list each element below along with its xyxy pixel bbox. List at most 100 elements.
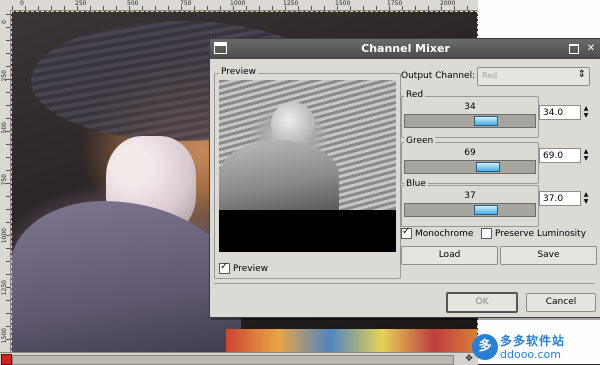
ruler-tick bbox=[389, 6, 390, 10]
ruler-tick bbox=[6, 248, 10, 249]
ok-button[interactable]: OK bbox=[446, 292, 518, 313]
watermark-title: 多多软件站 bbox=[500, 334, 566, 348]
ruler-tick bbox=[6, 326, 10, 327]
green-slider[interactable] bbox=[404, 160, 536, 174]
red-channel-value: 34 bbox=[464, 102, 476, 112]
ruler-tick bbox=[6, 235, 10, 236]
preview-blanket bbox=[219, 140, 339, 210]
maximize-icon[interactable] bbox=[567, 42, 581, 55]
monochrome-label: Monochrome bbox=[415, 228, 474, 239]
red-spinbutton[interactable]: 34.0 bbox=[539, 105, 581, 120]
ruler-tick bbox=[402, 6, 403, 10]
green-channel-value: 69 bbox=[464, 148, 476, 158]
ruler-tick bbox=[142, 6, 143, 10]
ruler-tick bbox=[116, 6, 117, 10]
ruler-tick bbox=[6, 287, 10, 288]
close-icon[interactable]: ✕ bbox=[584, 42, 598, 55]
ruler-tick bbox=[350, 6, 351, 10]
status-bar: ✥ bbox=[0, 352, 478, 365]
ruler-tick bbox=[6, 183, 10, 184]
ruler-tick bbox=[168, 6, 169, 10]
output-channel-select[interactable]: Red ⇕ bbox=[477, 67, 590, 86]
ruler-tick bbox=[6, 313, 10, 314]
ruler-tick bbox=[6, 144, 10, 145]
ruler-tick bbox=[129, 6, 130, 10]
spin-arrows-icon[interactable]: ▲ ▼ bbox=[582, 148, 590, 163]
ruler-tick bbox=[6, 196, 10, 197]
ruler-tick bbox=[376, 6, 377, 10]
preview-empty-area bbox=[219, 210, 396, 252]
green-spinbutton[interactable]: 69.0 bbox=[539, 148, 581, 163]
monochrome-toggle[interactable]: Monochrome bbox=[401, 226, 474, 239]
ruler-tick bbox=[90, 6, 91, 10]
ruler-tick-label: 1500 bbox=[1, 328, 8, 344]
ruler-tick bbox=[246, 6, 247, 10]
dialog-titlebar[interactable]: Channel Mixer ✕ bbox=[210, 39, 600, 59]
ruler-tick bbox=[454, 6, 455, 10]
spin-arrows-icon[interactable]: ▲ ▼ bbox=[582, 191, 590, 206]
ruler-tick bbox=[415, 6, 416, 10]
ruler-tick bbox=[441, 6, 442, 10]
ruler-tick bbox=[285, 6, 286, 10]
ruler-tick bbox=[12, 6, 13, 10]
ruler-tick bbox=[6, 339, 10, 340]
status-icon[interactable] bbox=[1, 354, 12, 365]
red-slider[interactable] bbox=[404, 114, 536, 128]
monochrome-checkbox[interactable] bbox=[401, 226, 412, 239]
blue-channel-frame: Blue 37 bbox=[401, 179, 539, 227]
ruler-tick bbox=[6, 105, 10, 106]
preserve-luminosity-checkbox[interactable] bbox=[481, 228, 492, 239]
blue-spinbutton[interactable]: 37.0 bbox=[539, 191, 581, 206]
dropdown-arrow-icon: ⇕ bbox=[577, 69, 586, 80]
ruler-tick bbox=[6, 14, 10, 15]
preview-frame: Preview Preview bbox=[214, 67, 401, 279]
ruler-tick bbox=[25, 6, 26, 10]
blue-slider-thumb[interactable] bbox=[473, 205, 498, 215]
load-button[interactable]: Load bbox=[401, 246, 498, 265]
ruler-tick bbox=[6, 300, 10, 301]
ruler-tick bbox=[6, 79, 10, 80]
preview-frame-label: Preview bbox=[219, 67, 259, 77]
ruler-tick bbox=[51, 6, 52, 10]
ruler-tick bbox=[207, 6, 208, 10]
ruler-tick bbox=[38, 6, 39, 10]
ruler-tick bbox=[6, 118, 10, 119]
ruler-tick bbox=[103, 6, 104, 10]
preview-checkbox[interactable] bbox=[219, 261, 230, 274]
ruler-tick bbox=[6, 261, 10, 262]
horizontal-ruler[interactable]: 0 250 500 750 1000 1250 1500 1750 2000 bbox=[0, 0, 478, 11]
spin-arrows-icon[interactable]: ▲ ▼ bbox=[582, 105, 590, 120]
ruler-tick bbox=[337, 6, 338, 10]
green-channel-label: Green bbox=[404, 136, 436, 146]
output-channel-label: Output Channel: bbox=[401, 71, 476, 81]
save-button[interactable]: Save bbox=[500, 246, 597, 265]
ruler-tick bbox=[467, 6, 468, 10]
ruler-tick bbox=[6, 27, 10, 28]
ruler-tick bbox=[6, 222, 10, 223]
ruler-tick bbox=[6, 209, 10, 210]
blue-slider[interactable] bbox=[404, 203, 536, 217]
preserve-luminosity-toggle[interactable]: Preserve Luminosity bbox=[481, 228, 586, 239]
dialog-title: Channel Mixer bbox=[361, 42, 450, 55]
ruler-tick bbox=[64, 6, 65, 10]
blue-channel-label: Blue bbox=[404, 179, 428, 189]
green-slider-thumb[interactable] bbox=[476, 162, 501, 172]
ruler-tick bbox=[194, 6, 195, 10]
ruler-tick bbox=[181, 6, 182, 10]
vertical-ruler[interactable]: 0 250 500 750 1000 1250 1500 bbox=[0, 10, 11, 352]
ruler-tick bbox=[233, 6, 234, 10]
blue-channel-value: 37 bbox=[464, 191, 476, 201]
red-slider-thumb[interactable] bbox=[473, 116, 498, 126]
ruler-tick bbox=[6, 66, 10, 67]
preview-toggle[interactable]: Preview bbox=[219, 261, 268, 274]
watermark: 多 多多软件站 ddooo.com bbox=[470, 330, 600, 364]
green-channel-frame: Green 69 bbox=[401, 136, 539, 184]
ruler-tick bbox=[77, 6, 78, 10]
ruler-tick bbox=[6, 40, 10, 41]
cancel-button[interactable]: Cancel bbox=[526, 293, 596, 312]
dialog-separator bbox=[214, 283, 595, 284]
ruler-tick bbox=[259, 6, 260, 10]
ruler-tick bbox=[311, 6, 312, 10]
channel-mixer-dialog: Channel Mixer ✕ Preview Preview Output C… bbox=[209, 38, 600, 318]
ruler-tick bbox=[220, 6, 221, 10]
